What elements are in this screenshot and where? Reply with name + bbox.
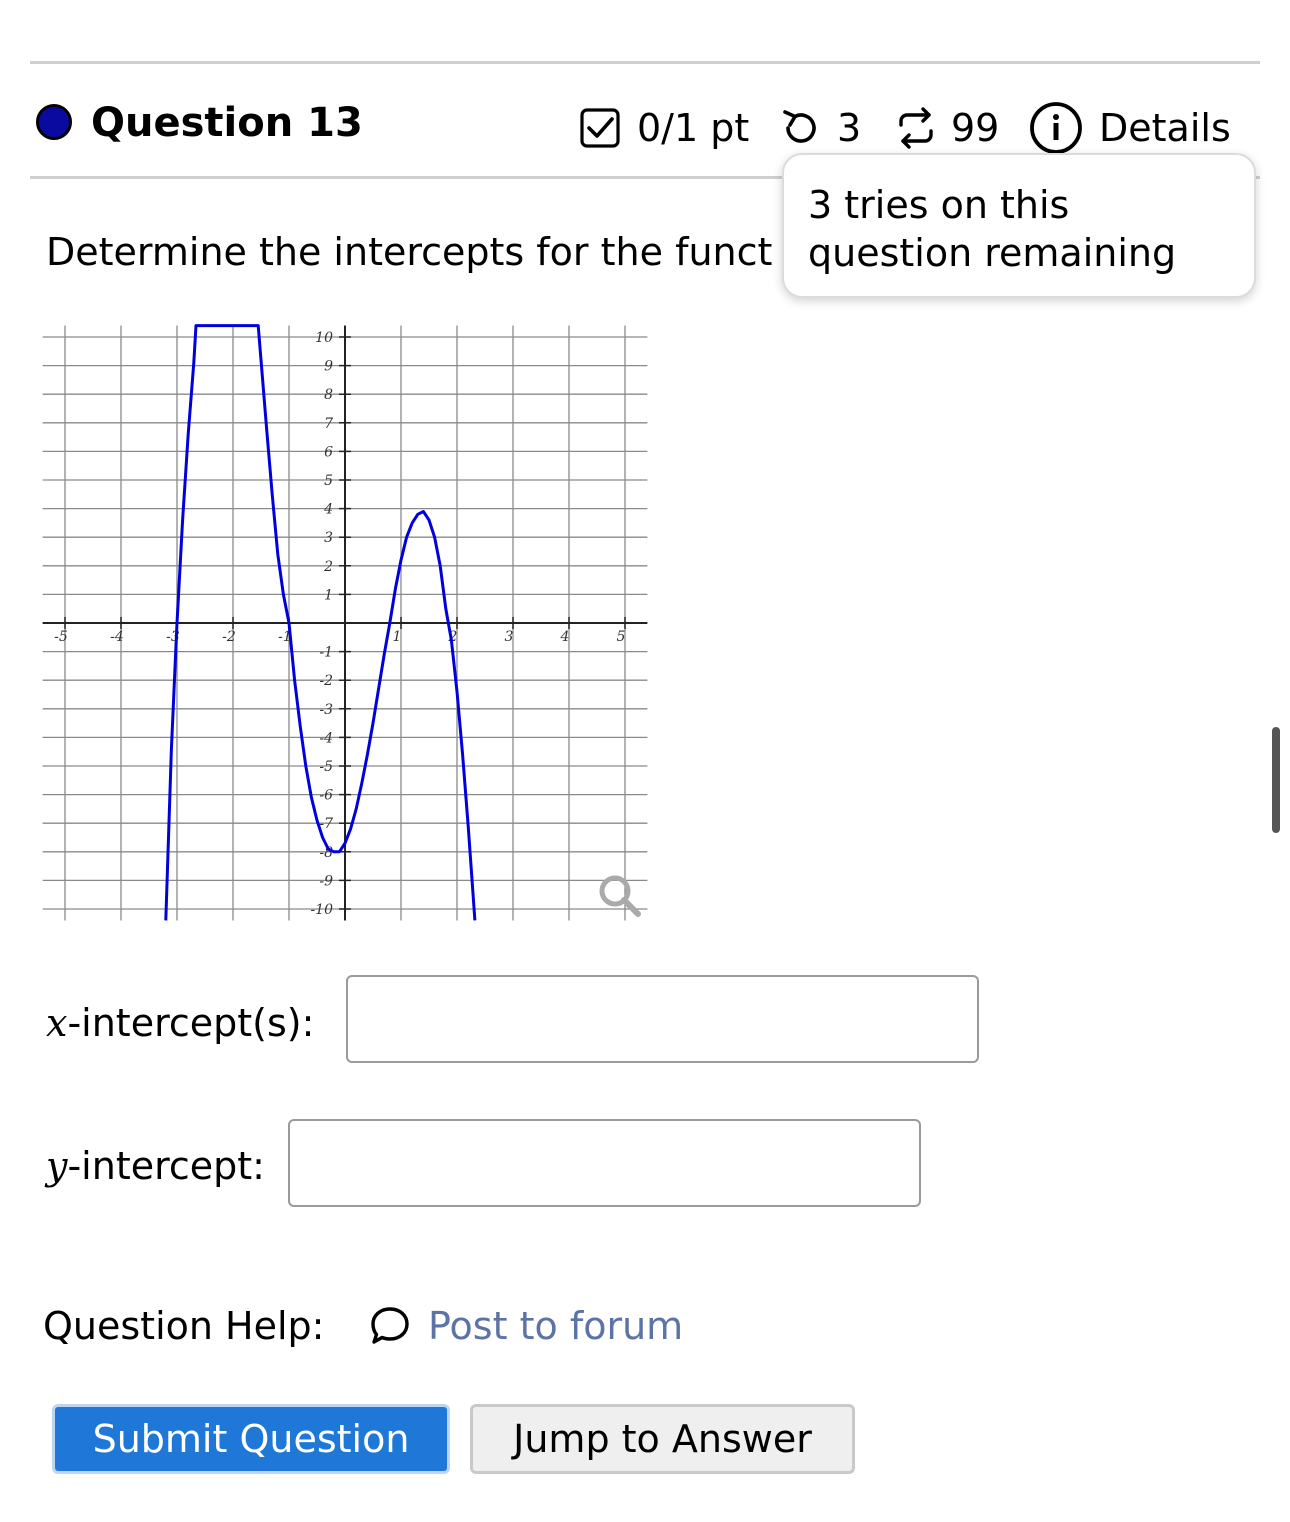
y-tick-label: -6 <box>319 788 333 804</box>
y-tick-label: 1 <box>324 587 333 603</box>
score-text: 0/1 pt <box>637 106 750 150</box>
score-indicator: 0/1 pt <box>579 104 749 152</box>
y-tick-label: -9 <box>319 873 333 889</box>
question-title: Question 13 <box>91 100 363 146</box>
y-intercept-label-text: -intercept: <box>67 1144 265 1188</box>
x-tick-label: -2 <box>222 629 236 645</box>
x-intercept-input[interactable] <box>346 975 979 1063</box>
submit-question-button[interactable]: Submit Question <box>52 1404 450 1474</box>
forum-link-text: Post to forum <box>428 1304 684 1348</box>
x-intercept-label-text: -intercept(s): <box>67 1001 315 1045</box>
y-tick-label: 6 <box>324 444 333 460</box>
question-help-label: Question Help: <box>43 1304 325 1348</box>
tries-count: 3 <box>837 106 862 150</box>
y-tick-label: -1 <box>319 645 333 661</box>
y-tick-label: 5 <box>324 473 333 489</box>
details-label: Details <box>1099 106 1231 150</box>
tooltip-line-2: question remaining <box>808 231 1177 275</box>
y-tick-label: 2 <box>323 559 333 575</box>
graph-axes <box>42 325 648 921</box>
x-tick-label: 4 <box>560 629 570 645</box>
y-tick-label: -5 <box>319 759 333 775</box>
x-tick-label: 3 <box>505 629 514 645</box>
checkbox-icon <box>580 108 620 148</box>
y-tick-label: 10 <box>315 330 333 346</box>
speech-bubble-icon <box>371 1307 409 1344</box>
scrollbar-thumb[interactable] <box>1272 727 1280 833</box>
tries-tooltip: 3 tries on this question remaining <box>782 153 1256 298</box>
post-to-forum-link[interactable]: Post to forum <box>368 1302 683 1350</box>
jump-to-answer-button[interactable]: Jump to Answer <box>470 1404 855 1474</box>
submissions-indicator: 99 <box>893 104 999 152</box>
y-tick-label: 4 <box>323 502 333 518</box>
top-divider <box>30 61 1260 64</box>
submissions-count: 99 <box>951 106 1000 150</box>
y-tick-label: -4 <box>319 730 333 746</box>
question-status-dot <box>36 104 72 140</box>
x-tick-label: 1 <box>393 629 402 645</box>
x-tick-label: -4 <box>110 629 124 645</box>
x-tick-labels: -5 -4 -3 -2 -1 1 2 3 4 5 <box>54 617 626 645</box>
x-tick-label: 5 <box>617 629 626 645</box>
x-intercept-label: x-intercept(s): <box>46 999 314 1047</box>
y-tick-label: -10 <box>310 902 333 918</box>
info-icon <box>1030 102 1082 154</box>
repeat-icon <box>899 107 933 149</box>
y-tick-label: -2 <box>319 673 333 689</box>
y-intercept-label: y-intercept: <box>46 1142 265 1190</box>
y-tick-label: 7 <box>324 416 333 432</box>
y-variable: y <box>46 1144 68 1188</box>
y-tick-label: -3 <box>319 702 333 718</box>
function-graph: -5 -4 -3 -2 -1 1 2 3 4 5 -10-9-8-7-6-5-4-3-2-1123… <box>42 324 648 921</box>
y-tick-label: 9 <box>324 359 333 375</box>
x-variable: x <box>46 1001 68 1045</box>
x-tick-label: -5 <box>54 629 68 645</box>
tooltip-line-1: 3 tries on this <box>808 183 1070 227</box>
y-tick-label: 8 <box>324 387 333 403</box>
y-tick-label: 3 <box>324 530 333 546</box>
y-intercept-input[interactable] <box>288 1119 921 1207</box>
details-toggle[interactable]: Details <box>1029 102 1231 154</box>
question-prompt: Determine the intercepts for the funct <box>46 230 773 274</box>
retry-icon <box>783 110 816 143</box>
tries-indicator[interactable]: 3 <box>779 104 861 152</box>
